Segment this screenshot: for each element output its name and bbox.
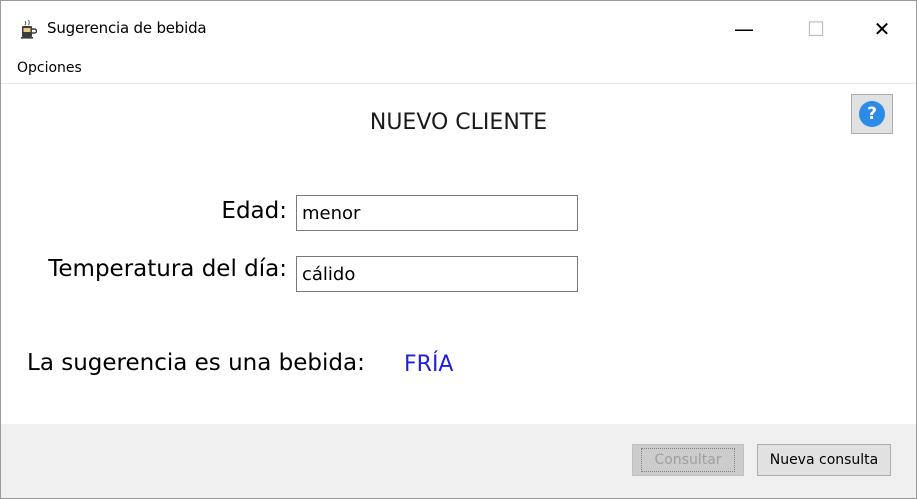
help-icon: ? [859, 101, 885, 127]
edad-label: Edad: [221, 198, 287, 224]
maximize-button[interactable]: ☐ [793, 1, 839, 57]
temperatura-field[interactable]: cálido [296, 256, 578, 292]
nueva-consulta-button[interactable]: Nueva consulta [757, 444, 891, 476]
menu-item-opciones[interactable]: Opciones [17, 60, 82, 76]
title-bar[interactable]: Sugerencia de bebida — ☐ ✕ [1, 1, 916, 57]
minimize-button[interactable]: — [721, 1, 767, 57]
page-title: NUEVO CLIENTE [369, 110, 548, 135]
help-button[interactable]: ? [851, 94, 893, 134]
menu-bar: Opciones [1, 57, 916, 83]
close-button[interactable]: ✕ [859, 1, 905, 57]
coffee-cup-icon [21, 19, 37, 39]
main-panel: NUEVO CLIENTE ? Edad: menor Temperatura … [1, 84, 916, 424]
temperatura-label: Temperatura del día: [48, 256, 287, 282]
result-label: La sugerencia es una bebida: [27, 350, 365, 376]
edad-field[interactable]: menor [296, 195, 578, 231]
button-bar: Consultar Nueva consulta [1, 424, 916, 498]
consultar-button[interactable]: Consultar [632, 444, 744, 476]
window-title: Sugerencia de bebida [47, 19, 207, 37]
app-window: Sugerencia de bebida — ☐ ✕ Opciones NUEV… [0, 0, 917, 499]
result-value: FRÍA [404, 352, 454, 377]
consultar-button-label: Consultar [641, 448, 735, 472]
